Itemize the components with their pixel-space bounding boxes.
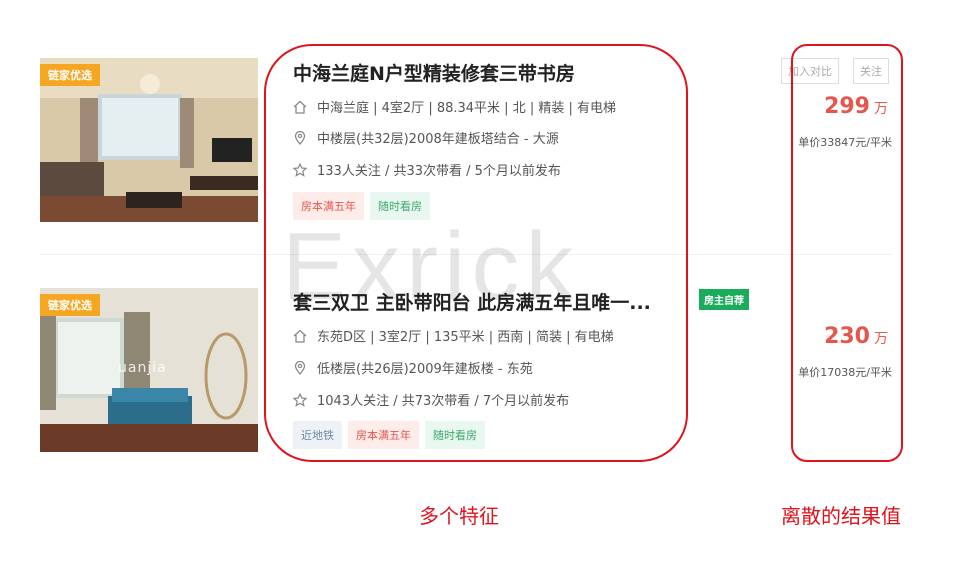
position-info-text: 中楼层(共32层)2008年建板塔结合 - 大源 <box>317 132 559 147</box>
house-info: 中海兰庭 | 4室2厅 | 88.34平米 | 北 | 精装 | 有电梯 <box>293 97 616 116</box>
listing-card[interactable]: 链家优选 uanjia 套三双卫 主卧带阳台 此房满五年且唯一... 房主自荐 … <box>0 230 958 452</box>
star-icon <box>293 392 307 407</box>
position-info: 低楼层(共26层)2009年建板楼 - 东苑 <box>293 358 533 377</box>
house-info: 东苑D区 | 3室2厅 | 135平米 | 西南 | 简装 | 有电梯 <box>293 326 614 345</box>
compare-button[interactable]: 加入对比 <box>781 58 839 84</box>
home-icon <box>293 329 307 343</box>
features-annotation: 多个特征 <box>419 504 499 528</box>
tag-five-years: 房本满五年 <box>293 192 364 220</box>
tag-near-subway: 近地铁 <box>293 421 342 449</box>
house-info-text: 东苑D区 | 3室2厅 | 135平米 | 西南 | 简装 | 有电梯 <box>317 330 614 345</box>
photo-watermark: uanjia <box>118 360 167 376</box>
tag-viewing-anytime: 随时看房 <box>425 421 485 449</box>
tag-five-years: 房本满五年 <box>348 421 419 449</box>
total-price-value: 230 <box>824 324 870 349</box>
location-pin-icon <box>294 360 306 375</box>
price-unit: 万 <box>874 331 888 347</box>
tag-list: 近地铁 房本满五年 随时看房 <box>293 421 485 449</box>
premium-badge: 链家优选 <box>40 64 100 86</box>
unit-price: 单价33847元/平米 <box>798 136 892 149</box>
location-pin-icon <box>294 130 306 145</box>
follow-info: 1043人关注 / 共73次带看 / 7个月以前发布 <box>293 390 569 409</box>
premium-badge: 链家优选 <box>40 294 100 316</box>
listing-photo[interactable]: 链家优选 <box>40 58 258 222</box>
listing-card[interactable]: 链家优选 中海兰庭N户型精装修套三带书房 中海兰庭 | 4室2厅 | 88.34… <box>0 0 958 222</box>
unit-price: 单价17038元/平米 <box>798 366 892 379</box>
listing-photo[interactable]: 链家优选 uanjia <box>40 288 258 452</box>
follow-info: 133人关注 / 共33次带看 / 5个月以前发布 <box>293 160 561 179</box>
position-info: 中楼层(共32层)2008年建板塔结合 - 大源 <box>293 128 559 147</box>
price-unit: 万 <box>874 101 888 117</box>
total-price: 299 万 <box>824 94 888 119</box>
listing-title[interactable]: 中海兰庭N户型精装修套三带书房 <box>293 59 575 86</box>
house-info-text: 中海兰庭 | 4室2厅 | 88.34平米 | 北 | 精装 | 有电梯 <box>317 101 616 116</box>
follow-button[interactable]: 关注 <box>853 58 889 84</box>
follow-info-text: 1043人关注 / 共73次带看 / 7个月以前发布 <box>317 394 570 409</box>
owner-recommend-badge: 房主自荐 <box>699 289 749 310</box>
star-icon <box>293 162 307 177</box>
tag-list: 房本满五年 随时看房 <box>293 192 430 220</box>
position-info-text: 低楼层(共26层)2009年建板楼 - 东苑 <box>317 362 533 377</box>
home-icon <box>293 100 307 114</box>
total-price: 230 万 <box>824 324 888 349</box>
follow-info-text: 133人关注 / 共33次带看 / 5个月以前发布 <box>317 164 561 179</box>
result-annotation: 离散的结果值 <box>781 504 901 528</box>
listing-title[interactable]: 套三双卫 主卧带阳台 此房满五年且唯一... <box>293 288 651 315</box>
total-price-value: 299 <box>824 94 870 119</box>
tag-viewing-anytime: 随时看房 <box>370 192 430 220</box>
